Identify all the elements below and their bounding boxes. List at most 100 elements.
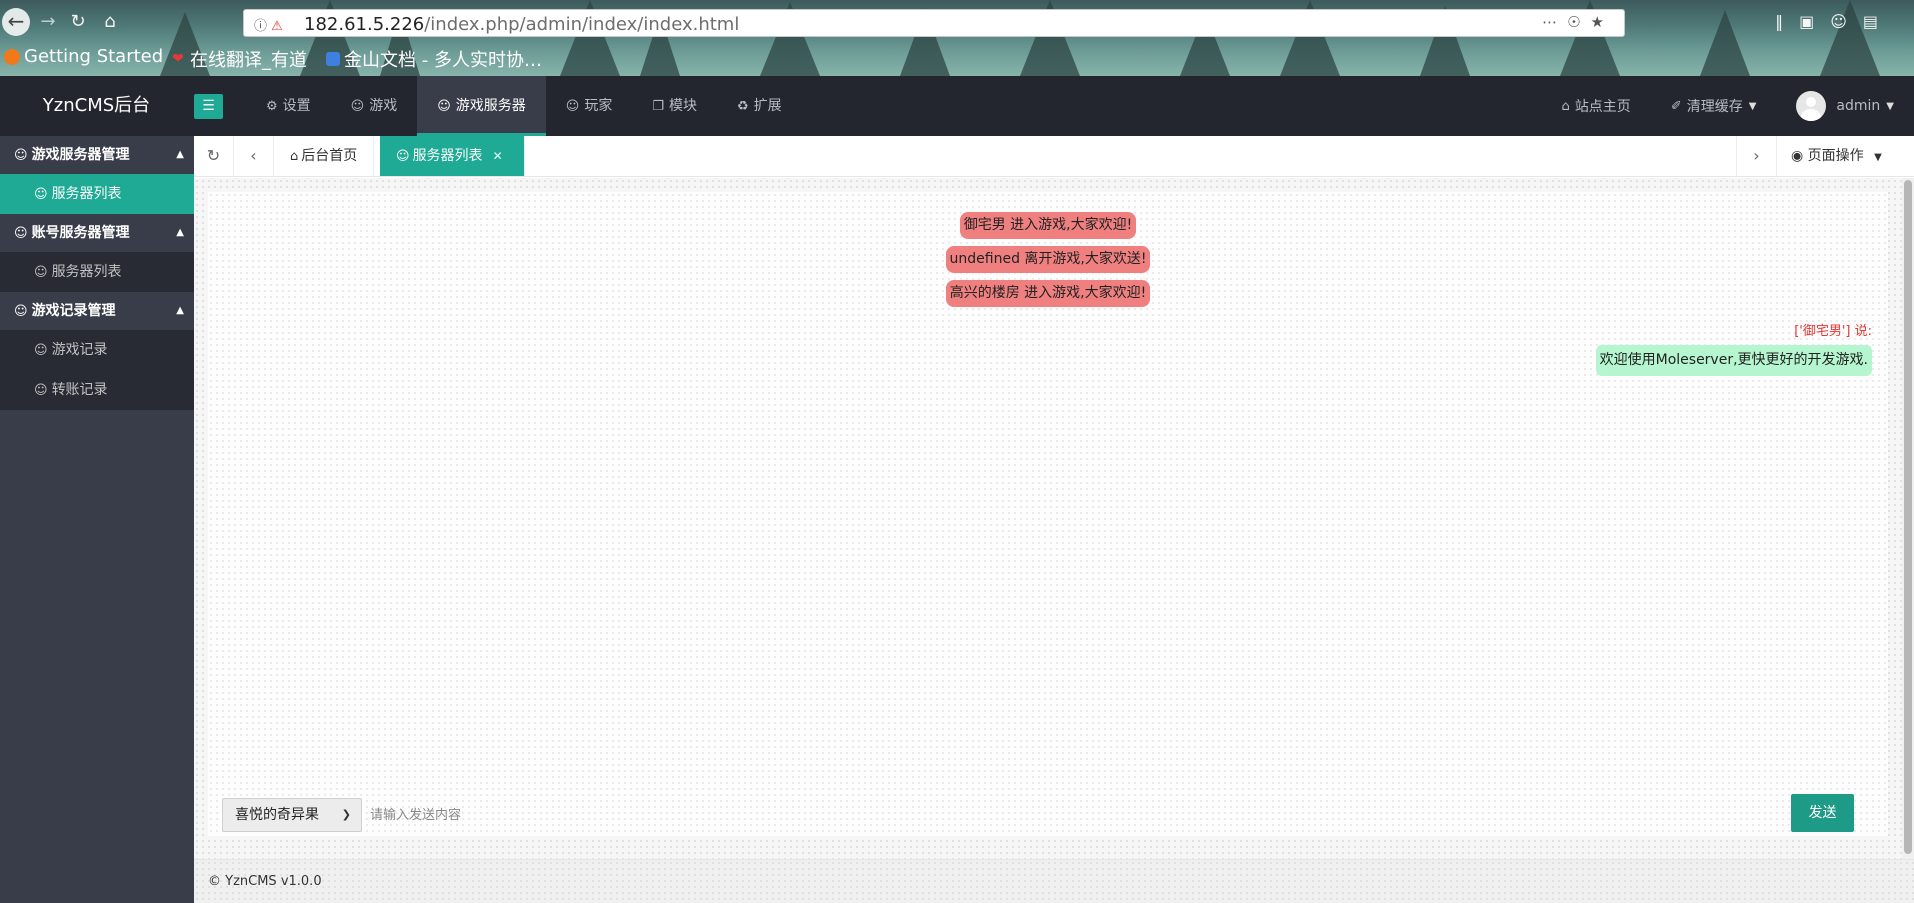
user-icon: ☺ bbox=[565, 99, 580, 114]
nav-label: 设置 bbox=[282, 98, 311, 114]
url-path: /index.php/admin/index/index.html bbox=[424, 14, 740, 35]
nav-label: 玩家 bbox=[584, 98, 613, 114]
user-icon: ☺ bbox=[437, 99, 451, 114]
sidebar-item-game-records[interactable]: ☺ 游戏记录 bbox=[0, 330, 194, 370]
brush-icon: ✐ bbox=[1670, 98, 1682, 114]
message-input[interactable] bbox=[370, 802, 1750, 828]
site-home-link[interactable]: ⌂ 站点主页 bbox=[1562, 96, 1631, 116]
close-icon[interactable]: ✕ bbox=[493, 149, 503, 163]
app-header: YznCMS后台 ☰ ⚙ 设置 ☺ 游戏 ☺ 游戏服务器 ☺ 玩家 ❒ 模块 ♻ 扩展 ⌂ 站… bbox=[0, 76, 1914, 136]
page-operations-dropdown[interactable]: ◉ 页面操作 ▼ bbox=[1776, 136, 1914, 176]
tab-label: 服务器列表 bbox=[412, 148, 483, 164]
target-icon: ◉ bbox=[1791, 148, 1804, 164]
browser-toolbar-icons[interactable]: ‖▣☺▤ bbox=[1775, 12, 1894, 31]
scrollbar-thumb[interactable] bbox=[1904, 180, 1912, 854]
bookmark-label: 在线翻译_有道 bbox=[190, 50, 307, 71]
bookmark-label: Getting Started bbox=[24, 46, 164, 67]
user-icon: ☺ bbox=[14, 148, 28, 163]
caret-up-icon: ▲ bbox=[176, 305, 184, 316]
chat-message-bubble: 欢迎使用Moleserver,更快更好的开发游戏. bbox=[1595, 345, 1872, 376]
logo: YznCMS后台 bbox=[42, 95, 151, 116]
sidebar-item-server-list[interactable]: ☺ 服务器列表 bbox=[0, 174, 194, 214]
url-text[interactable]: 182.61.5.226/index.php/admin/index/index… bbox=[304, 14, 739, 35]
system-message: 高兴的楼房 进入游戏,大家欢迎! bbox=[945, 280, 1151, 307]
refresh-icon[interactable]: ↻ bbox=[194, 136, 234, 176]
nav-label: 游戏 bbox=[369, 98, 398, 114]
kdocs-icon bbox=[326, 52, 340, 66]
cube-icon: ❒ bbox=[652, 99, 664, 114]
scrollbar[interactable] bbox=[1902, 178, 1914, 859]
bookmark-label: 金山文档 - 多人实时协… bbox=[344, 50, 542, 71]
system-message: 御宅男 进入游戏,大家欢迎! bbox=[959, 212, 1137, 239]
sidebar-item-label: 转账记录 bbox=[51, 382, 108, 398]
tab-home[interactable]: ⌂ 后台首页 bbox=[274, 136, 374, 176]
caret-up-icon: ▲ bbox=[176, 149, 184, 160]
chevron-right-icon[interactable]: › bbox=[1736, 136, 1776, 176]
nav-settings[interactable]: ⚙ 设置 bbox=[246, 76, 331, 136]
firefox-icon bbox=[4, 48, 20, 65]
nav-label: 模块 bbox=[669, 98, 697, 114]
sidebar-group-title: 游戏服务器管理 bbox=[31, 147, 130, 163]
nav-label: 游戏服务器 bbox=[455, 98, 526, 114]
caret-down-icon: ▼ bbox=[1874, 152, 1882, 163]
page-actions-icon[interactable]: ⋯☉★ bbox=[1542, 13, 1614, 31]
nav-module[interactable]: ❒ 模块 bbox=[632, 76, 717, 136]
users-icon: ☺ bbox=[396, 149, 410, 164]
home-icon[interactable]: ⌂ bbox=[96, 8, 124, 36]
system-messages: 御宅男 进入游戏,大家欢迎! undefined 离开游戏,大家欢送! 高兴的楼… bbox=[208, 212, 1888, 307]
home-icon: ⌂ bbox=[290, 149, 299, 164]
nav-game[interactable]: ☺ 游戏 bbox=[331, 76, 418, 136]
sidebar-group-title: 游戏记录管理 bbox=[31, 303, 116, 319]
sidebar-group-account-server[interactable]: ☺ 账号服务器管理 ▲ bbox=[0, 214, 194, 252]
header-right: ⌂ 站点主页 ✐ 清理缓存 ▼ admin ▼ bbox=[1522, 76, 1894, 136]
url-bar[interactable]: ⓘ ⚠ 182.61.5.226/index.php/admin/index/i… bbox=[243, 9, 1625, 37]
user-select[interactable]: 喜悦的奇异果 ❯ bbox=[222, 798, 362, 832]
sidebar-item-account-server-list[interactable]: ☺ 服务器列表 bbox=[0, 252, 194, 292]
sidebar-group-game-server[interactable]: ☺ 游戏服务器管理 ▲ bbox=[0, 136, 194, 174]
chat-speaker: ['御宅男'] 说: bbox=[1794, 324, 1872, 339]
users-icon: ☺ bbox=[34, 343, 48, 358]
nav-game-server[interactable]: ☺ 游戏服务器 bbox=[417, 76, 546, 136]
clear-cache-dropdown[interactable]: ✐ 清理缓存 ▼ bbox=[1671, 96, 1757, 116]
puzzle-icon: ♻ bbox=[737, 99, 749, 114]
chat-input-row: 喜悦的奇异果 ❯ 发送 bbox=[222, 794, 1874, 832]
bookmarks-bar: Getting Started ❤ 在线翻译_有道 金山文档 - 多人实时协… bbox=[0, 46, 1914, 72]
user-settings-icon: ☺ bbox=[14, 304, 28, 319]
nav-extension[interactable]: ♻ 扩展 bbox=[717, 76, 802, 136]
reload-icon[interactable]: ↻ bbox=[64, 8, 92, 36]
sidebar-group-title: 账号服务器管理 bbox=[31, 225, 130, 241]
nav-label: 扩展 bbox=[753, 98, 782, 114]
insecure-lock-icon: ⓘ ⚠ bbox=[254, 19, 283, 34]
selected-user-label: 喜悦的奇异果 bbox=[235, 807, 319, 823]
tabs-bar: ↻ ‹ ⌂ 后台首页 ☺ 服务器列表 ✕ › ◉ 页面操作 ▼ bbox=[194, 136, 1914, 177]
chevron-left-icon[interactable]: ‹ bbox=[234, 136, 274, 176]
users-icon: ☺ bbox=[34, 383, 48, 398]
browser-chrome: ← → ↻ ⌂ ⓘ ⚠ 182.61.5.226/index.php/admin… bbox=[0, 0, 1914, 76]
sidebar-group-game-records[interactable]: ☺ 游戏记录管理 ▲ bbox=[0, 292, 194, 330]
caret-down-icon: ▼ bbox=[1886, 100, 1894, 112]
caret-down-icon: ▼ bbox=[1748, 100, 1757, 112]
bookmark-kdocs[interactable]: 金山文档 - 多人实时协… bbox=[326, 46, 542, 72]
forward-icon[interactable]: → bbox=[34, 8, 62, 36]
gear-icon: ⚙ bbox=[266, 99, 278, 114]
sidebar-item-transfer-records[interactable]: ☺ 转账记录 bbox=[0, 370, 194, 410]
user-menu[interactable]: admin ▼ bbox=[1796, 91, 1894, 121]
bookmark-youdao[interactable]: ❤ 在线翻译_有道 bbox=[170, 46, 307, 72]
users-icon: ☺ bbox=[34, 187, 48, 202]
bookmark-getting-started[interactable]: Getting Started bbox=[4, 46, 163, 67]
user-icon: ☺ bbox=[14, 226, 28, 241]
send-button[interactable]: 发送 bbox=[1791, 794, 1854, 832]
menu-toggle-icon[interactable]: ☰ bbox=[194, 94, 223, 119]
caret-up-icon: ▲ bbox=[176, 227, 184, 238]
main-content: 御宅男 进入游戏,大家欢迎! undefined 离开游戏,大家欢送! 高兴的楼… bbox=[194, 178, 1902, 859]
sidebar: ☺ 游戏服务器管理 ▲ ☺ 服务器列表 ☺ 账号服务器管理 ▲ ☺ 服务器列表 ☺ 游戏记录管… bbox=[0, 136, 194, 903]
chevron-down-icon: ❯ bbox=[341, 808, 351, 821]
username: admin bbox=[1836, 98, 1881, 114]
page-ops-label: 页面操作 bbox=[1807, 148, 1864, 164]
tab-server-list[interactable]: ☺ 服务器列表 ✕ bbox=[380, 136, 525, 176]
back-icon[interactable]: ← bbox=[2, 8, 30, 36]
footer-text: © YznCMS v1.0.0 bbox=[208, 874, 322, 889]
youdao-icon: ❤ bbox=[172, 51, 184, 67]
home-icon: ⌂ bbox=[1561, 98, 1570, 114]
nav-player[interactable]: ☺ 玩家 bbox=[546, 76, 633, 136]
